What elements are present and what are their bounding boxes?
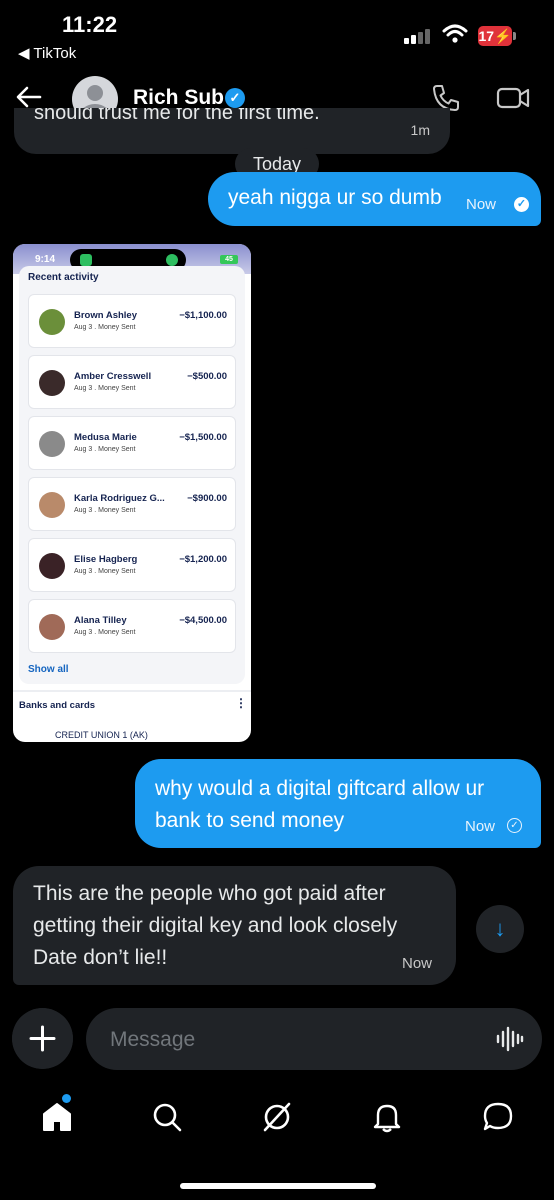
home-indicator (180, 1183, 376, 1189)
message-timestamp: Now (466, 196, 497, 213)
activity-card: Amber Cresswell Aug 3 . Money Sent −$500.0… (28, 355, 236, 409)
message-timestamp: 1m (410, 122, 430, 138)
banks-cards-title: Banks and cards (19, 700, 96, 711)
payment-meta: Aug 3 . Money Sent (74, 507, 136, 514)
sent-receipt-icon: ✓ (507, 818, 522, 833)
payee-name: Alana Tilley (74, 615, 127, 626)
message-text: should trust me for the first time. (34, 108, 320, 124)
show-all-link: Show all (28, 664, 69, 675)
payee-name: Brown Ashley (74, 310, 137, 321)
voice-message-icon[interactable] (496, 1026, 524, 1052)
search-icon[interactable] (150, 1100, 184, 1134)
activity-card: Elise Hagberg Aug 3 . Money Sent −$1,200.0… (28, 538, 236, 592)
avatar (39, 492, 65, 518)
messages-icon[interactable] (481, 1100, 515, 1134)
verified-badge-icon: ✓ (225, 88, 245, 108)
payment-amount: −$900.00 (187, 493, 227, 504)
avatar (39, 431, 65, 457)
payment-amount: −$1,200.00 (179, 554, 227, 565)
read-receipt-icon: ✓ (514, 197, 529, 212)
avatar (39, 614, 65, 640)
sent-message[interactable]: why would a digital giftcard allow ur ba… (135, 759, 541, 848)
message-timestamp: Now (465, 818, 496, 835)
payment-meta: Aug 3 . Money Sent (74, 446, 136, 453)
shared-image-screenshot[interactable]: 9:14 45 Recent activity Brown Ashley Aug … (13, 244, 251, 742)
section-title: Recent activity (28, 272, 99, 283)
cellular-signal-icon (404, 28, 434, 44)
message-text: This are the people who got paid after g… (33, 882, 398, 969)
message-timestamp: Now (402, 955, 433, 972)
payment-meta: Aug 3 . Money Sent (74, 568, 136, 575)
avatar (39, 553, 65, 579)
payment-amount: −$1,500.00 (179, 432, 227, 443)
back-to-app-link[interactable]: ◀ TikTok (18, 44, 76, 62)
received-message[interactable]: This are the people who got paid after g… (13, 866, 456, 985)
video-call-icon[interactable] (496, 84, 530, 112)
sent-message[interactable]: yeah nigga ur so dumb Now ✓ (208, 172, 541, 226)
payee-name: Medusa Marie (74, 432, 137, 443)
notification-dot (62, 1094, 71, 1103)
grok-icon[interactable] (260, 1100, 294, 1134)
wifi-icon (442, 24, 468, 43)
more-options-icon: ⋮ (235, 696, 247, 710)
home-icon[interactable] (40, 1100, 74, 1134)
check-icon (166, 254, 178, 266)
activity-card: Alana Tilley Aug 3 . Money Sent −$4,500.00 (28, 599, 236, 653)
message-input[interactable] (108, 1024, 482, 1056)
avatar (39, 370, 65, 396)
payee-name: Amber Cresswell (74, 371, 152, 382)
activity-card: Medusa Marie Aug 3 . Money Sent −$1,500.00 (28, 416, 236, 470)
add-attachment-button[interactable] (12, 1008, 73, 1069)
message-composer (86, 1008, 542, 1070)
divider (13, 690, 251, 692)
message-text: yeah nigga ur so dumb (228, 186, 442, 209)
battery-tip (513, 32, 516, 40)
lock-icon (80, 254, 92, 266)
activity-card: Brown Ashley Aug 3 . Money Sent −$1,100.00 (28, 294, 236, 348)
payment-meta: Aug 3 . Money Sent (74, 324, 136, 331)
scroll-to-bottom-button[interactable]: ↓ (476, 905, 524, 953)
image-status-time: 9:14 (35, 254, 56, 265)
payment-amount: −$1,100.00 (179, 310, 227, 321)
avatar (39, 309, 65, 335)
activity-card: Karla Rodriguez G... Aug 3 . Money Sent −$… (28, 477, 236, 531)
battery-indicator: 17⚡ (478, 26, 512, 46)
payment-meta: Aug 3 . Money Sent (74, 385, 136, 392)
payee-name: Elise Hagberg (74, 554, 138, 565)
payment-amount: −$500.00 (187, 371, 227, 382)
payee-name: Karla Rodriguez G... (74, 493, 165, 504)
status-time: 11:22 (62, 12, 118, 37)
notifications-bell-icon[interactable] (370, 1100, 404, 1134)
image-battery-indicator: 45 (220, 255, 238, 264)
received-message-partial[interactable]: should trust me for the first time. 1m (14, 108, 450, 154)
credit-union-label: CREDIT UNION 1 (AK) (55, 730, 148, 740)
payment-meta: Aug 3 . Money Sent (74, 629, 136, 636)
contact-name[interactable]: Rich Sub (133, 86, 224, 110)
payment-amount: −$4,500.00 (179, 615, 227, 626)
